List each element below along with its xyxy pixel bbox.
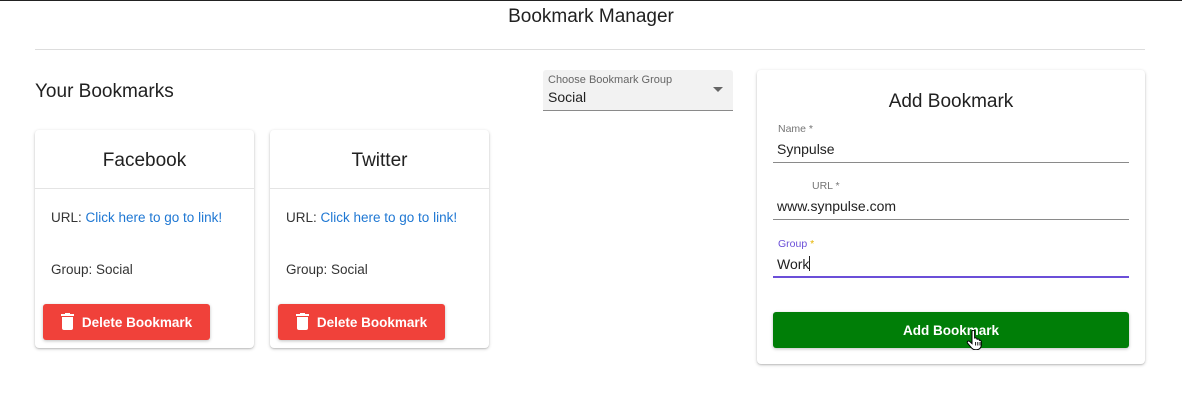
group-select-value: Social xyxy=(548,89,587,105)
card-divider xyxy=(270,188,489,189)
trash-icon xyxy=(295,313,309,331)
bookmark-url-label: URL: xyxy=(51,210,86,225)
url-field-label: URL * xyxy=(812,180,840,192)
group-select-label: Choose Bookmark Group xyxy=(548,74,673,86)
delete-bookmark-label: Delete Bookmark xyxy=(81,314,193,330)
bookmark-group: Group: Social xyxy=(51,262,133,277)
group-field-value: Work xyxy=(777,256,811,272)
bookmark-card-twitter: Twitter URL: Click here to go to link! G… xyxy=(270,130,489,348)
delete-bookmark-button[interactable]: Delete Bookmark xyxy=(278,304,445,340)
url-field-value: www.synpulse.com xyxy=(777,198,897,214)
group-select[interactable]: Choose Bookmark Group Social xyxy=(543,70,733,111)
name-field[interactable]: Name * Synpulse xyxy=(773,123,1129,163)
name-field-label: Name * xyxy=(778,123,814,135)
window-top-border xyxy=(0,0,1182,1)
chevron-down-icon[interactable] xyxy=(713,87,723,92)
hand-pointer-icon xyxy=(966,330,982,350)
bookmark-link[interactable]: Click here to go to link! xyxy=(86,210,223,225)
name-field-value: Synpulse xyxy=(777,141,835,157)
group-field-label: Group * xyxy=(778,238,815,250)
add-bookmark-card: Add Bookmark Name * Synpulse URL * www.s… xyxy=(757,70,1145,364)
group-field[interactable]: Group * Work xyxy=(773,238,1129,278)
bookmark-title: Facebook xyxy=(102,150,187,171)
card-divider xyxy=(35,188,254,189)
bookmark-url-row: URL: Click here to go to link! xyxy=(286,210,457,225)
delete-bookmark-button[interactable]: Delete Bookmark xyxy=(43,304,210,340)
delete-bookmark-label: Delete Bookmark xyxy=(316,314,428,330)
bookmark-group: Group: Social xyxy=(286,262,368,277)
app-title: Bookmark Manager xyxy=(508,6,674,27)
header-divider xyxy=(35,49,1145,50)
bookmark-link[interactable]: Click here to go to link! xyxy=(321,210,458,225)
bookmark-url-row: URL: Click here to go to link! xyxy=(51,210,222,225)
add-bookmark-button-label: Add Bookmark xyxy=(902,322,1000,338)
text-caret xyxy=(809,256,811,271)
url-field[interactable]: URL * www.synpulse.com xyxy=(773,180,1129,220)
bookmark-title: Twitter xyxy=(351,150,408,171)
add-bookmark-title: Add Bookmark xyxy=(888,91,1014,112)
bookmark-card-facebook: Facebook URL: Click here to go to link! … xyxy=(35,130,254,348)
trash-icon xyxy=(60,313,74,331)
add-bookmark-button[interactable]: Add Bookmark xyxy=(773,312,1129,350)
bookmark-url-label: URL: xyxy=(286,210,321,225)
bookmarks-heading: Your Bookmarks xyxy=(35,81,174,102)
